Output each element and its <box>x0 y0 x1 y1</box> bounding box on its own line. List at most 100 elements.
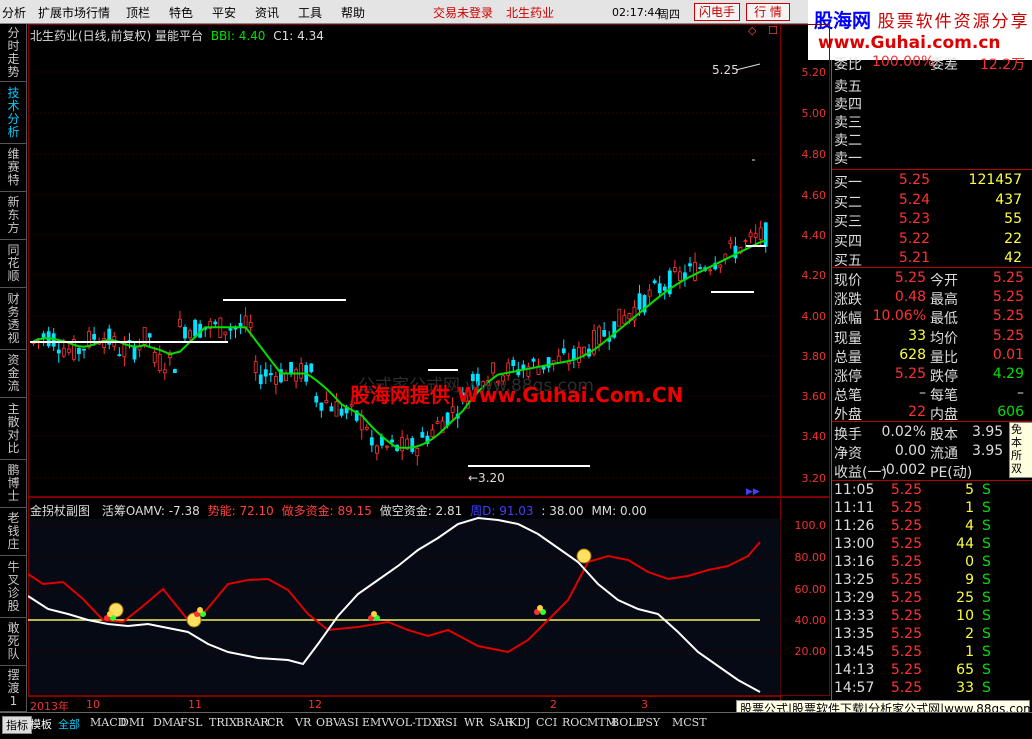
nav-tech-analysis[interactable]: 技术分析 <box>0 82 27 144</box>
indicator-tab-trix[interactable]: TRIX <box>209 716 237 729</box>
tick-volume: 10 <box>956 608 974 624</box>
indicator-tab-brar[interactable]: BRAR <box>236 716 269 729</box>
bid-label: 买四 <box>834 233 862 250</box>
indicator-tab-dma[interactable]: DMA <box>153 716 181 729</box>
y-tick: 4.40 <box>801 229 827 242</box>
indicator-tab-vol-tdx[interactable]: VOL-TDX <box>388 716 439 729</box>
scroll-right-icon: ▶▶ <box>746 487 760 497</box>
bid-price: 5.24 <box>898 191 930 208</box>
y-tick: 5.20 <box>801 66 827 79</box>
candle-body <box>728 240 733 245</box>
bid-label: 买二 <box>834 194 862 211</box>
candle-body <box>637 293 642 310</box>
candle-body <box>188 330 192 339</box>
quote-label: 现量 <box>834 330 862 347</box>
menu-pingan[interactable]: 平安 <box>212 4 236 21</box>
indicator-tab-emv[interactable]: EMV <box>362 716 389 729</box>
menu-extended-market[interactable]: 扩展市场行情 <box>38 4 110 21</box>
tick-time: 11:11 <box>834 500 875 516</box>
momentum-value: 势能: 72.10 <box>207 504 274 518</box>
nav-baidu1[interactable]: 摆渡1 <box>0 666 27 712</box>
fund-value: 0.02% <box>881 424 926 440</box>
nav-main-retail[interactable]: 主散对比 <box>0 398 27 460</box>
candle-body <box>299 363 304 379</box>
ask-label: 卖二 <box>834 133 862 149</box>
indicator-tab-kdj[interactable]: KDJ <box>509 716 530 729</box>
candle-body <box>652 280 657 284</box>
tick-volume: 9 <box>965 572 974 588</box>
quote-value: 5.25 <box>992 308 1024 325</box>
quote-label: 总笔 <box>834 388 862 405</box>
menu-topbar[interactable]: 顶栏 <box>126 4 150 21</box>
nav-finance[interactable]: 财务透视 <box>0 288 27 350</box>
indicator-tab-mcst[interactable]: MCST <box>672 716 707 729</box>
quote-label: 最高 <box>930 292 958 309</box>
quote-label: 总量 <box>834 349 862 366</box>
bid-price: 5.21 <box>898 250 930 266</box>
quote-label: 每笔 <box>930 388 958 405</box>
menu-help[interactable]: 帮助 <box>341 4 365 21</box>
quote-value: – <box>1017 385 1024 402</box>
quote-row: 总量 628 量比 0.01 <box>832 347 1032 366</box>
chart-area[interactable]: ◇ ☐ ▶▶ 北生药业(日线,前复权) 量能平台 BBI: 4.40 C1: 4… <box>28 24 830 717</box>
nav-pengboshi[interactable]: 鹏博士 <box>0 460 27 508</box>
indicator-tab-cr[interactable]: CR <box>267 716 284 729</box>
indicator-tab-指标[interactable]: 指标 <box>2 716 32 734</box>
fund-row: 换手 0.02% 股本 3.95 <box>832 424 1032 443</box>
indicator-tab-cci[interactable]: CCI <box>536 716 557 729</box>
indicator-tab-全部[interactable]: 全部 <box>58 716 80 732</box>
candle-body <box>147 333 152 338</box>
candle-body <box>56 349 61 354</box>
nav-timeshare[interactable]: 分时走势 <box>0 24 27 82</box>
smiley-icon <box>576 548 592 564</box>
nav-tonghuashun[interactable]: 同花顺 <box>0 240 27 288</box>
quote-row: 外盘 22 内盘 606 <box>832 404 1032 423</box>
indicator-tab-psy[interactable]: PSY <box>638 716 660 729</box>
indicator-tab-wr[interactable]: WR <box>464 716 484 729</box>
oamv-value: 活筹OAMV: -7.38 <box>101 504 200 518</box>
tick-price: 5.25 <box>890 608 922 624</box>
menu-tools[interactable]: 工具 <box>298 4 322 21</box>
candle-body <box>400 437 405 452</box>
indicator-tab-vr[interactable]: VR <box>295 716 311 729</box>
candle-body <box>688 263 692 267</box>
site-banner[interactable]: 股海网 股票软件资源分享 www.Guhai.com.cn <box>808 0 1032 60</box>
candle-body <box>672 267 677 272</box>
tick-volume: 65 <box>956 662 974 678</box>
indicator-tab-fsl[interactable]: FSL <box>180 716 202 729</box>
menu-special[interactable]: 特色 <box>169 4 193 21</box>
nav-niucha[interactable]: 牛叉诊股 <box>0 556 27 618</box>
trade-status[interactable]: 交易未登录 <box>433 4 493 21</box>
nav-xindongfang[interactable]: 新东方 <box>0 192 27 240</box>
menu-analysis[interactable]: 分析 <box>2 4 26 21</box>
flash-trade-button[interactable]: 闪电手 <box>694 3 740 21</box>
candle-body <box>561 348 566 354</box>
order-ratio-row: 委比 100.00% 委差 12.2万 <box>832 54 1032 73</box>
nav-gansidui[interactable]: 敢死队 <box>0 618 27 666</box>
tick-row: 11:05 5.25 5 S <box>832 482 1032 501</box>
tick-side: S <box>982 482 991 498</box>
fund-value: -0.002 <box>880 462 926 478</box>
y-tick: 4.60 <box>801 189 827 202</box>
indicator-tab-dmi[interactable]: DMI <box>120 716 144 729</box>
indicator-tab-roc[interactable]: ROC <box>562 716 588 729</box>
nav-fund-flow[interactable]: 资金流 <box>0 350 27 398</box>
quote-value: 4.29 <box>992 366 1024 382</box>
indicator-tab-rsi[interactable]: RSI <box>437 716 457 729</box>
quote-button[interactable]: 行 情 <box>746 3 790 21</box>
fund-label: 流通 <box>930 446 958 462</box>
tick-time: 13:25 <box>834 572 875 588</box>
indicator-tab-asi[interactable]: ASI <box>339 716 359 729</box>
sub-chart-title: 金拐杖副图 <box>30 504 91 518</box>
indicator-tab-模板[interactable]: 模板 <box>30 716 52 732</box>
menu-news[interactable]: 资讯 <box>255 4 279 21</box>
nav-laoqianzhuang[interactable]: 老钱庄 <box>0 508 27 556</box>
candle-body <box>294 369 299 382</box>
nav-weisaite[interactable]: 维赛特 <box>0 144 27 192</box>
candle-body <box>82 348 86 351</box>
indicator-tab-obv[interactable]: OBV <box>316 716 341 729</box>
ask-label: 卖五 <box>834 79 862 95</box>
tick-time: 11:26 <box>834 518 875 534</box>
candle-body <box>693 261 697 281</box>
tick-price: 5.25 <box>890 554 922 570</box>
